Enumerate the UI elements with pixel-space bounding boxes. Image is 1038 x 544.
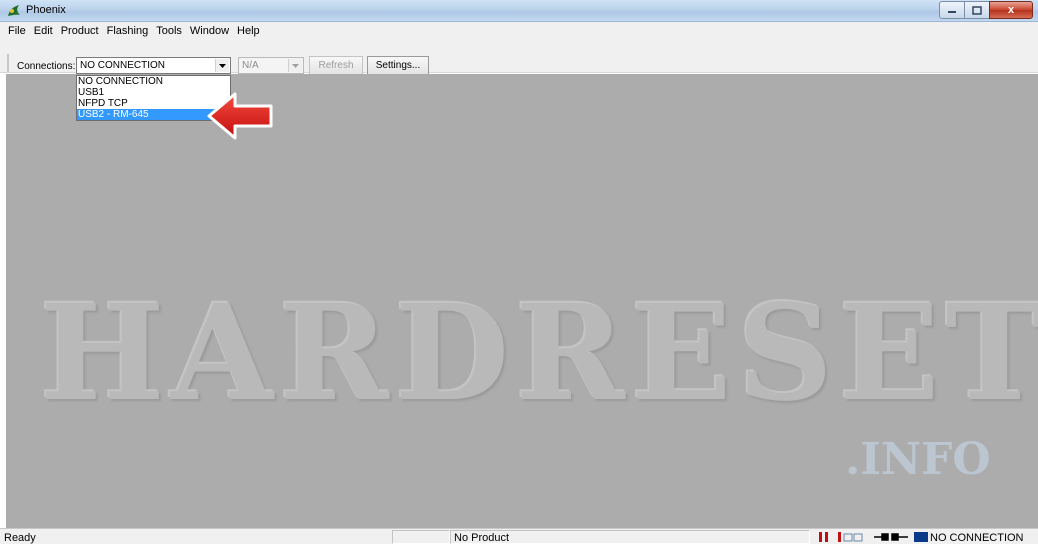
maximize-button[interactable]	[964, 1, 990, 19]
chevron-down-icon	[219, 63, 226, 68]
watermark-subtext: .INFO	[845, 434, 991, 485]
menu-tools[interactable]: Tools	[152, 25, 186, 37]
dropdown-option-no-connection[interactable]: NO CONNECTION	[77, 76, 230, 87]
phoenix-app-icon[interactable]	[6, 3, 22, 19]
menu-help[interactable]: Help	[233, 25, 264, 37]
signal-icon	[838, 532, 863, 542]
connection-select-value: NO CONNECTION	[80, 60, 165, 71]
menu-bar: File Edit Product Flashing Tools Window …	[0, 22, 1038, 40]
minimize-icon	[948, 11, 956, 13]
window-title: Phoenix	[26, 4, 66, 16]
settings-button[interactable]: Settings...	[367, 56, 429, 75]
pointer-arrow-icon	[207, 92, 273, 140]
chevron-down-icon	[292, 63, 299, 68]
status-text: Ready	[4, 532, 36, 544]
status-bar: Ready No Product NO CONNECTION	[0, 528, 1038, 544]
minimize-button[interactable]	[939, 1, 965, 19]
menu-file[interactable]: File	[4, 25, 30, 37]
connections-label: Connections:	[17, 61, 76, 72]
connection-select[interactable]: NO CONNECTION	[76, 57, 231, 74]
status-connection: NO CONNECTION	[930, 532, 1024, 544]
toolbar-grip-icon[interactable]	[6, 54, 11, 72]
watermark-text: HARDRESET	[40, 276, 1038, 431]
title-bar: Phoenix x	[0, 0, 1038, 22]
menu-window[interactable]: Window	[186, 25, 233, 37]
status-pane-empty	[392, 530, 450, 544]
menu-product[interactable]: Product	[57, 25, 103, 37]
device-select[interactable]: N/A	[238, 57, 304, 74]
device-select-value: N/A	[242, 60, 259, 71]
refresh-button[interactable]: Refresh	[309, 56, 363, 75]
close-icon: x	[1007, 4, 1015, 16]
status-product: No Product	[454, 532, 510, 544]
device-dropdown-button[interactable]	[288, 59, 302, 72]
maximize-icon	[972, 5, 982, 15]
connection-dropdown-button[interactable]	[215, 59, 229, 72]
window-controls: x	[939, 1, 1033, 19]
pause-icon	[819, 532, 828, 542]
menu-edit[interactable]: Edit	[30, 25, 57, 37]
menu-flashing[interactable]: Flashing	[103, 25, 153, 37]
close-button[interactable]: x	[989, 1, 1033, 19]
plug-disconnected-icon	[874, 532, 928, 542]
